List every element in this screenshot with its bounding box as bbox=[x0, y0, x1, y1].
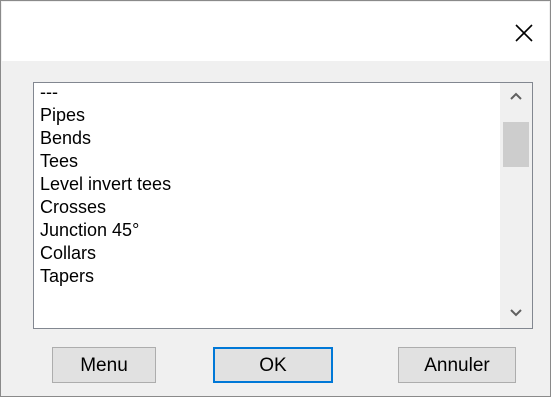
item-list: --- Pipes Bends Tees Level invert tees C… bbox=[34, 83, 500, 328]
chevron-up-icon bbox=[510, 92, 522, 100]
cancel-button[interactable]: Annuler bbox=[398, 347, 516, 383]
list-item[interactable]: Crosses bbox=[34, 196, 500, 219]
scroll-down-button[interactable] bbox=[500, 300, 532, 328]
dialog-window: --- Pipes Bends Tees Level invert tees C… bbox=[0, 0, 551, 397]
list-item[interactable]: Level invert tees bbox=[34, 173, 500, 196]
ok-button[interactable]: OK bbox=[213, 347, 333, 383]
list-item[interactable]: Bends bbox=[34, 127, 500, 150]
scroll-thumb[interactable] bbox=[503, 122, 529, 167]
close-button[interactable] bbox=[505, 14, 543, 52]
menu-button[interactable]: Menu bbox=[52, 347, 156, 383]
list-item[interactable]: Junction 45° bbox=[34, 219, 500, 242]
list-item[interactable]: --- bbox=[34, 83, 500, 104]
list-item[interactable]: Tees bbox=[34, 150, 500, 173]
item-listbox[interactable]: --- Pipes Bends Tees Level invert tees C… bbox=[33, 82, 533, 329]
list-item[interactable]: Collars bbox=[34, 242, 500, 265]
list-item[interactable]: Tapers bbox=[34, 265, 500, 288]
chevron-down-icon bbox=[510, 309, 522, 317]
title-bar bbox=[2, 2, 549, 61]
list-item[interactable]: Pipes bbox=[34, 104, 500, 127]
vertical-scrollbar[interactable] bbox=[500, 83, 532, 328]
close-icon bbox=[515, 24, 533, 42]
scroll-up-button[interactable] bbox=[500, 83, 532, 111]
